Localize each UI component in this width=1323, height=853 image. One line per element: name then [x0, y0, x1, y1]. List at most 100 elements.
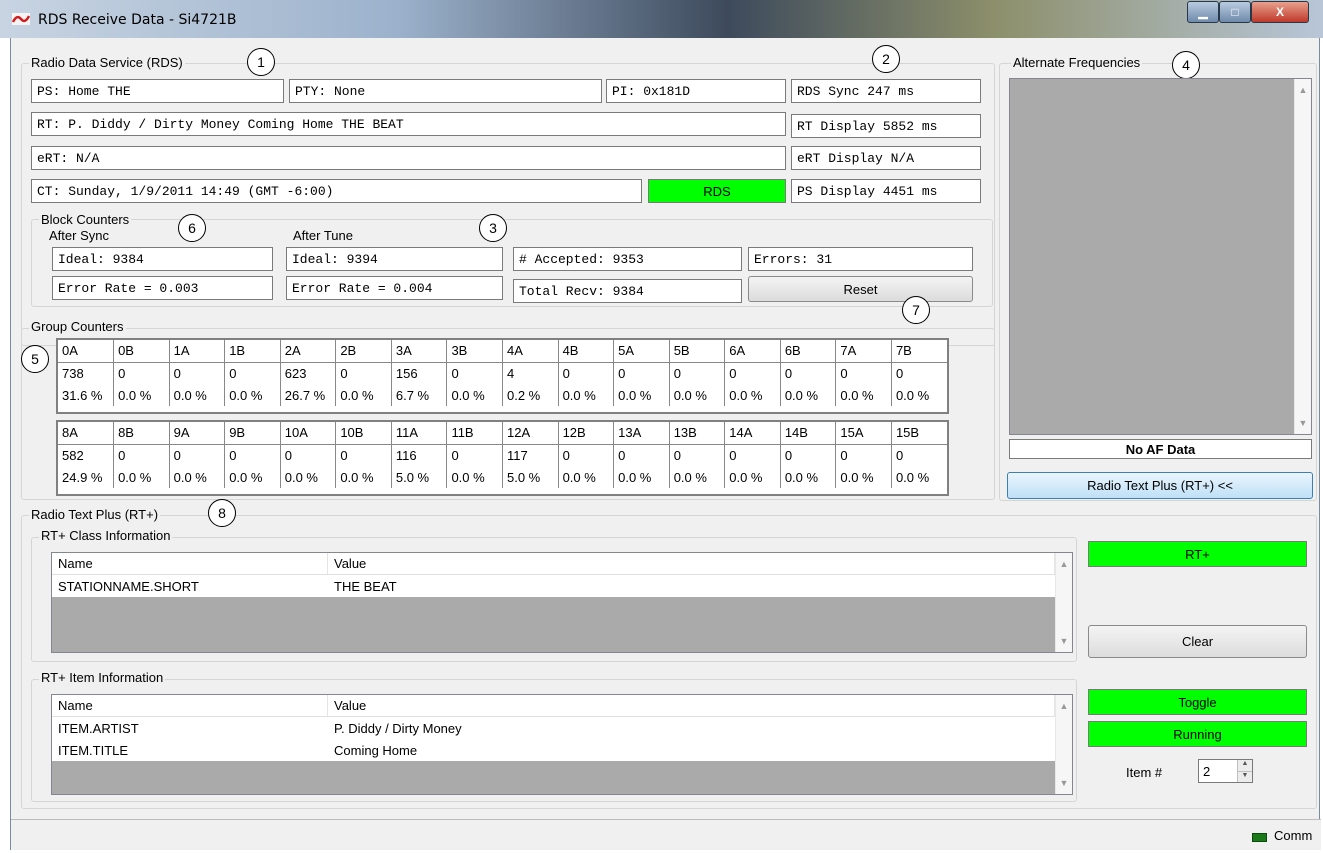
- list-empty-area: [52, 597, 1055, 652]
- scroll-down-icon[interactable]: ▼: [1056, 778, 1072, 788]
- group-counter-cell: 0.0 %: [113, 384, 170, 406]
- col-value-header[interactable]: Value: [328, 695, 1055, 716]
- af-list-scrollbar[interactable]: ▲ ▼: [1294, 79, 1311, 434]
- list-empty-area: [52, 761, 1055, 794]
- group-counter-cell: 5.0 %: [390, 466, 447, 488]
- group-counter-cell: 0: [168, 444, 225, 466]
- group-counter-cell: 0: [335, 444, 392, 466]
- item-number-stepper[interactable]: 2 ▲ ▼: [1198, 759, 1253, 783]
- group-counter-cell: 0.0 %: [668, 466, 725, 488]
- group-counter-row-headers: 8A 8B 9A 9B 10A 10B 11A 11B 12A 12B 13A 13B 14A 14B 15…: [58, 422, 947, 445]
- list-item[interactable]: ITEM.TITLE Coming Home: [52, 739, 1055, 761]
- close-button[interactable]: X: [1251, 1, 1309, 23]
- list-item[interactable]: STATIONNAME.SHORT THE BEAT: [52, 575, 1055, 597]
- group-counter-cell: 1B: [224, 340, 281, 363]
- col-name-header[interactable]: Name: [52, 695, 328, 716]
- group-counter-row-headers: 0A 0B 1A 1B 2A 2B 3A 3B 4A 4B 5A 5B 6A 6B 7A 7B: [58, 340, 947, 363]
- group-counter-cell: 15B: [890, 422, 947, 445]
- group-counter-cell: 6.7 %: [390, 384, 447, 406]
- group-counter-cell: 0A: [58, 340, 114, 363]
- group-counter-cell: 11B: [446, 422, 503, 445]
- scroll-up-icon[interactable]: ▲: [1056, 701, 1072, 711]
- window-title: RDS Receive Data - Si4721B: [38, 12, 237, 28]
- callout-8: 8: [208, 499, 236, 527]
- rtplus-class-label: RT+ Class Information: [39, 528, 173, 543]
- group-counter-cell: 8B: [113, 422, 170, 445]
- group-counter-cell: 0B: [113, 340, 170, 363]
- rtplus-group-label: Radio Text Plus (RT+): [29, 507, 161, 522]
- group-counter-cell: 0: [779, 444, 836, 466]
- rds-sync-field: RDS Sync 247 ms: [791, 79, 981, 103]
- ps-display-field: PS Display 4451 ms: [791, 179, 981, 203]
- group-counter-cell: 0: [224, 362, 281, 384]
- group-counter-cell: 24.9 %: [62, 469, 103, 485]
- group-counter-cell: 0.0 %: [779, 466, 836, 488]
- group-counter-cell: 0.0 %: [557, 466, 614, 488]
- group-counter-row-percents: 24.9 % 0.0 % 0.0 % 0.0 % 0.0 % 0.0 % 5.0 % 0.0 …: [58, 466, 947, 488]
- clear-button[interactable]: Clear: [1088, 625, 1307, 658]
- group-counter-cell: 0.0 %: [279, 466, 336, 488]
- group-counter-cell: 3B: [446, 340, 503, 363]
- list-item[interactable]: ITEM.ARTIST P. Diddy / Dirty Money: [52, 717, 1055, 739]
- after-tune-label: After Tune: [291, 228, 355, 243]
- group-counter-cell: 0: [613, 362, 670, 384]
- class-list-scrollbar[interactable]: ▲ ▼: [1055, 553, 1072, 652]
- scroll-up-icon[interactable]: ▲: [1056, 559, 1072, 569]
- af-list[interactable]: ▲ ▼: [1009, 78, 1312, 435]
- group-counter-cell: 0.0 %: [890, 384, 947, 406]
- col-name-header[interactable]: Name: [52, 553, 328, 574]
- group-counter-cell: 15A: [835, 422, 892, 445]
- tune-ideal-field: Ideal: 9394: [286, 247, 503, 271]
- rtplus-class-list[interactable]: Name Value STATIONNAME.SHORT THE BEAT ▲ …: [51, 552, 1073, 653]
- group-counter-cell: 0.0 %: [446, 384, 503, 406]
- group-counter-cell: 13B: [668, 422, 725, 445]
- group-counter-cell: 6A: [724, 340, 781, 363]
- rtplus-toggle-button[interactable]: Radio Text Plus (RT+) <<: [1007, 472, 1313, 499]
- rt-display-field: RT Display 5852 ms: [791, 114, 981, 138]
- item-list-scrollbar[interactable]: ▲ ▼: [1055, 695, 1072, 794]
- group-counter-cell: 156: [390, 362, 447, 384]
- group-counter-cell: 5A: [613, 340, 670, 363]
- af-status: No AF Data: [1009, 439, 1312, 459]
- callout-3: 3: [479, 214, 507, 242]
- group-counter-cell: 0: [335, 362, 392, 384]
- comm-label: Comm: [1274, 828, 1313, 843]
- stepper-up-icon[interactable]: ▲: [1238, 760, 1252, 772]
- group-counter-cell: 0: [224, 444, 281, 466]
- group-counter-cell: 0: [668, 444, 725, 466]
- scroll-down-icon[interactable]: ▼: [1295, 418, 1311, 428]
- group-counter-cell: 3A: [390, 340, 447, 363]
- reset-button[interactable]: Reset: [748, 276, 973, 302]
- group-counter-cell: 14A: [724, 422, 781, 445]
- minimize-button[interactable]: ▁: [1187, 1, 1219, 23]
- group-counter-cell: 738: [62, 365, 84, 381]
- callout-4: 4: [1172, 51, 1200, 79]
- rtplus-item-list[interactable]: Name Value ITEM.ARTIST P. Diddy / Dirty …: [51, 694, 1073, 795]
- status-bar: Comm: [11, 819, 1321, 850]
- maximize-button[interactable]: □: [1219, 1, 1251, 23]
- callout-6: 6: [178, 214, 206, 242]
- tune-error-rate-field: Error Rate = 0.004: [286, 276, 503, 300]
- stepper-down-icon[interactable]: ▼: [1238, 771, 1252, 782]
- group-counter-cell: 10A: [279, 422, 336, 445]
- group-counter-cell: 4A: [502, 340, 559, 363]
- group-counter-cell: 0.0 %: [668, 384, 725, 406]
- group-counter-row-percents: 31.6 % 0.0 % 0.0 % 0.0 % 26.7 % 0.0 % 6.7 % 0.0…: [58, 384, 947, 406]
- scroll-down-icon[interactable]: ▼: [1056, 636, 1072, 646]
- af-group-label: Alternate Frequencies: [1011, 55, 1143, 70]
- pi-field: PI: 0x181D: [606, 79, 786, 103]
- scroll-up-icon[interactable]: ▲: [1295, 85, 1311, 95]
- title-bar[interactable]: RDS Receive Data - Si4721B ▁ □ X: [0, 0, 1323, 38]
- rt-field: RT: P. Diddy / Dirty Money Coming Home T…: [31, 112, 786, 136]
- group-counter-cell: 7B: [890, 340, 947, 363]
- group-counter-cell: 0.0 %: [113, 466, 170, 488]
- item-value: Coming Home: [334, 742, 418, 758]
- group-counter-cell: 9A: [168, 422, 225, 445]
- errors-field: Errors: 31: [748, 247, 973, 271]
- total-recv-field: Total Recv: 9384: [513, 279, 742, 303]
- group-counter-table-0a-7b: 0A 0B 1A 1B 2A 2B 3A 3B 4A 4B 5A 5B 6A 6B 7A 7B 738 0 0 0 62…: [56, 338, 949, 414]
- group-counter-row-counts: 582 0 0 0 0 0 116 0 117 0 0 0 0 0 0 0: [58, 444, 947, 466]
- col-value-header[interactable]: Value: [328, 553, 1055, 574]
- group-counter-cell: 0.0 %: [835, 384, 892, 406]
- group-counter-row-counts: 738 0 0 0 623 0 156 0 4 0 0 0 0 0 0 0: [58, 362, 947, 384]
